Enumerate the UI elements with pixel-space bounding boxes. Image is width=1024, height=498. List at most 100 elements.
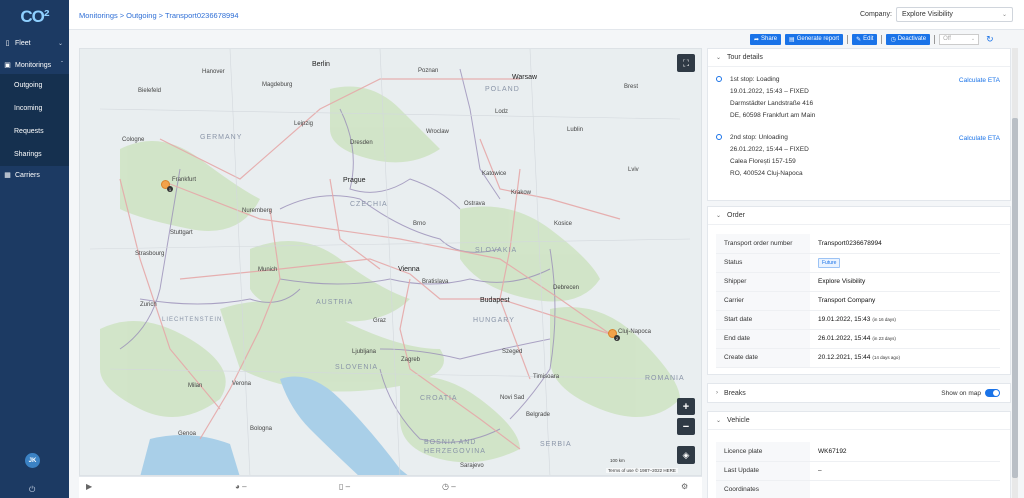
order-key: Create date [716, 348, 810, 368]
vehicle-value [810, 480, 1000, 498]
sidebar-item-carriers[interactable]: ▦ Carriers [0, 166, 69, 184]
logout-icon[interactable]: ⏻ [29, 485, 35, 495]
details-panel: ⌄ Tour details 1st stop: Loading 19.01.2… [707, 48, 1011, 498]
vehicle-value: – [345, 482, 351, 491]
relative-date: (in 16 days) [872, 317, 896, 322]
map-city-label: Zurich [140, 302, 157, 308]
tour-details-title: Tour details [727, 54, 763, 61]
calculate-eta-link[interactable]: Calculate ETA [959, 135, 1000, 142]
map-city-label: Brno [413, 221, 426, 227]
calculate-eta-link[interactable]: Calculate ETA [959, 77, 1000, 84]
breadcrumb: Monitorings > Outgoing > Transport0236678994 [79, 11, 239, 20]
speedometer-icon: ◕ [235, 482, 240, 491]
map-city-label: Szeged [502, 349, 523, 355]
vehicle-title: Vehicle [727, 417, 750, 424]
refresh-icon[interactable]: ↻ [986, 34, 994, 45]
chevron-down-icon: ⌄ [970, 35, 976, 42]
deactivate-label: Deactivate [897, 36, 927, 42]
vehicle-value: WK67192 [810, 442, 1000, 462]
table-row: Last Update – [716, 461, 1000, 481]
map-city-label: Warsaw [512, 74, 538, 81]
share-icon: ➦ [754, 36, 760, 43]
vehicle-header[interactable]: ⌄ Vehicle [708, 412, 1010, 430]
order-header[interactable]: ⌄ Order [708, 207, 1010, 225]
generate-report-button[interactable]: ▤ Generate report [785, 33, 844, 45]
plus-icon: + [682, 400, 690, 413]
stop-address-line2: RO, 400524 Cluj-Napoca [730, 170, 803, 177]
toolbar: ➦ Share ▤ Generate report ✎ Edit ◷ Deactivat… [750, 33, 994, 45]
sidebar-subitem-incoming[interactable]: Incoming [0, 97, 69, 120]
tour-details-header[interactable]: ⌄ Tour details [708, 49, 1010, 67]
map-city-label: Novi Sad [500, 395, 525, 401]
panel-scrollbar[interactable] [1012, 48, 1018, 498]
map-city-label: Belgrade [526, 412, 551, 418]
show-on-map-control: Show on map [941, 389, 1000, 397]
company-select-value: Explore Visibility [902, 11, 953, 18]
stop-address-line2: DE, 60598 Frankfurt am Main [730, 112, 816, 119]
mode-select[interactable]: Off ⌄ [939, 33, 980, 45]
stop-marker-unloading[interactable]: 2 [608, 329, 620, 341]
company-select[interactable]: Explore Visibility ⌄ [896, 7, 1013, 22]
breadcrumb-monitorings[interactable]: Monitorings [79, 11, 118, 20]
chevron-up-icon: ˆ [61, 62, 63, 68]
truck-icon: ▯ [339, 482, 344, 491]
map[interactable]: POLAND GERMANY CZECHIA SLOVAKIA AUSTRIA … [79, 48, 702, 476]
settings-gear-icon[interactable]: ⚙ [681, 482, 688, 491]
map-city-label: Frankfurt [172, 177, 197, 183]
tour-details-card: ⌄ Tour details 1st stop: Loading 19.01.2… [707, 48, 1011, 201]
stop-marker-loading[interactable]: 1 [161, 180, 173, 192]
zoom-out-button[interactable]: − [677, 418, 695, 435]
breadcrumb-outgoing[interactable]: Outgoing [126, 11, 156, 20]
map-city-label: Bielefeld [138, 88, 162, 94]
fullscreen-button[interactable]: ⛶ [677, 54, 695, 72]
map-footer: ▶ ◕ – ▯ – ◷ – ⚙ [79, 476, 702, 498]
breadcrumb-transport[interactable]: Transport0236678994 [165, 11, 239, 20]
avatar[interactable]: JK [25, 453, 40, 468]
map-city-label: Cluj-Napoca [618, 329, 652, 335]
sidebar-item-monitorings[interactable]: ▣ Monitorings ˆ [0, 56, 69, 74]
scrollbar-thumb[interactable] [1012, 118, 1018, 478]
sidebar-subitem-sharings[interactable]: Sharings [0, 143, 69, 166]
play-icon[interactable]: ▶ [86, 482, 92, 491]
sidebar-subitem-outgoing[interactable]: Outgoing [0, 74, 69, 97]
chevron-down-icon: ⌄ [57, 40, 63, 47]
marker-number-badge: 2 [614, 335, 620, 341]
app-logo[interactable]: CO² [0, 0, 69, 34]
order-key: End date [716, 329, 810, 349]
fullscreen-icon: ⛶ [682, 57, 690, 68]
map-city-label: Dresden [350, 140, 373, 146]
order-key: Shipper [716, 272, 810, 292]
map-city-label: Milan [188, 383, 203, 389]
share-label: Share [761, 36, 778, 42]
table-row: Create date 20.12.2021, 15:44 (14 days ago… [716, 348, 1000, 368]
map-country-label: ROMANIA [645, 375, 685, 382]
stop-item: 2nd stop: Unloading 26.01.2022, 15:44 – … [716, 132, 809, 180]
chevron-down-icon: ⌄ [716, 213, 722, 219]
toolbar-divider [881, 34, 883, 44]
deactivate-button[interactable]: ◷ Deactivate [886, 33, 931, 45]
sidebar-item-fleet[interactable]: ▯ Fleet ⌄ [0, 34, 69, 52]
map-country-label: HERZEGOVINA [424, 448, 486, 455]
date-value: 26.01.2022, 15:44 [818, 335, 871, 342]
layers-button[interactable]: ◈ [677, 446, 695, 464]
zoom-in-button[interactable]: + [677, 398, 695, 415]
time-value: – [451, 482, 456, 491]
map-city-label: Nuremberg [242, 208, 273, 214]
order-key: Status [716, 253, 810, 273]
map-city-label: Strasbourg [135, 251, 165, 257]
map-country-label: SLOVENIA [335, 364, 379, 371]
speed-indicator: ◕ – [235, 482, 247, 491]
vehicle-table: Licence plate WK67192 Last Update – Coordi… [716, 442, 1000, 498]
map-country-label: GERMANY [200, 134, 243, 141]
monitorings-submenu: Outgoing Incoming Requests Sharings [0, 74, 69, 166]
map-city-label: Debrecen [553, 285, 580, 291]
map-city-label: Budapest [480, 297, 510, 304]
share-button[interactable]: ➦ Share [750, 33, 782, 45]
map-canvas [89, 49, 691, 475]
sidebar-subitem-requests[interactable]: Requests [0, 120, 69, 143]
edit-button[interactable]: ✎ Edit [852, 33, 878, 45]
map-city-label: Prague [343, 177, 366, 184]
map-scale: 100 km [610, 458, 625, 463]
map-city-label: Timisoara [533, 374, 560, 380]
show-on-map-toggle[interactable] [985, 389, 1000, 397]
